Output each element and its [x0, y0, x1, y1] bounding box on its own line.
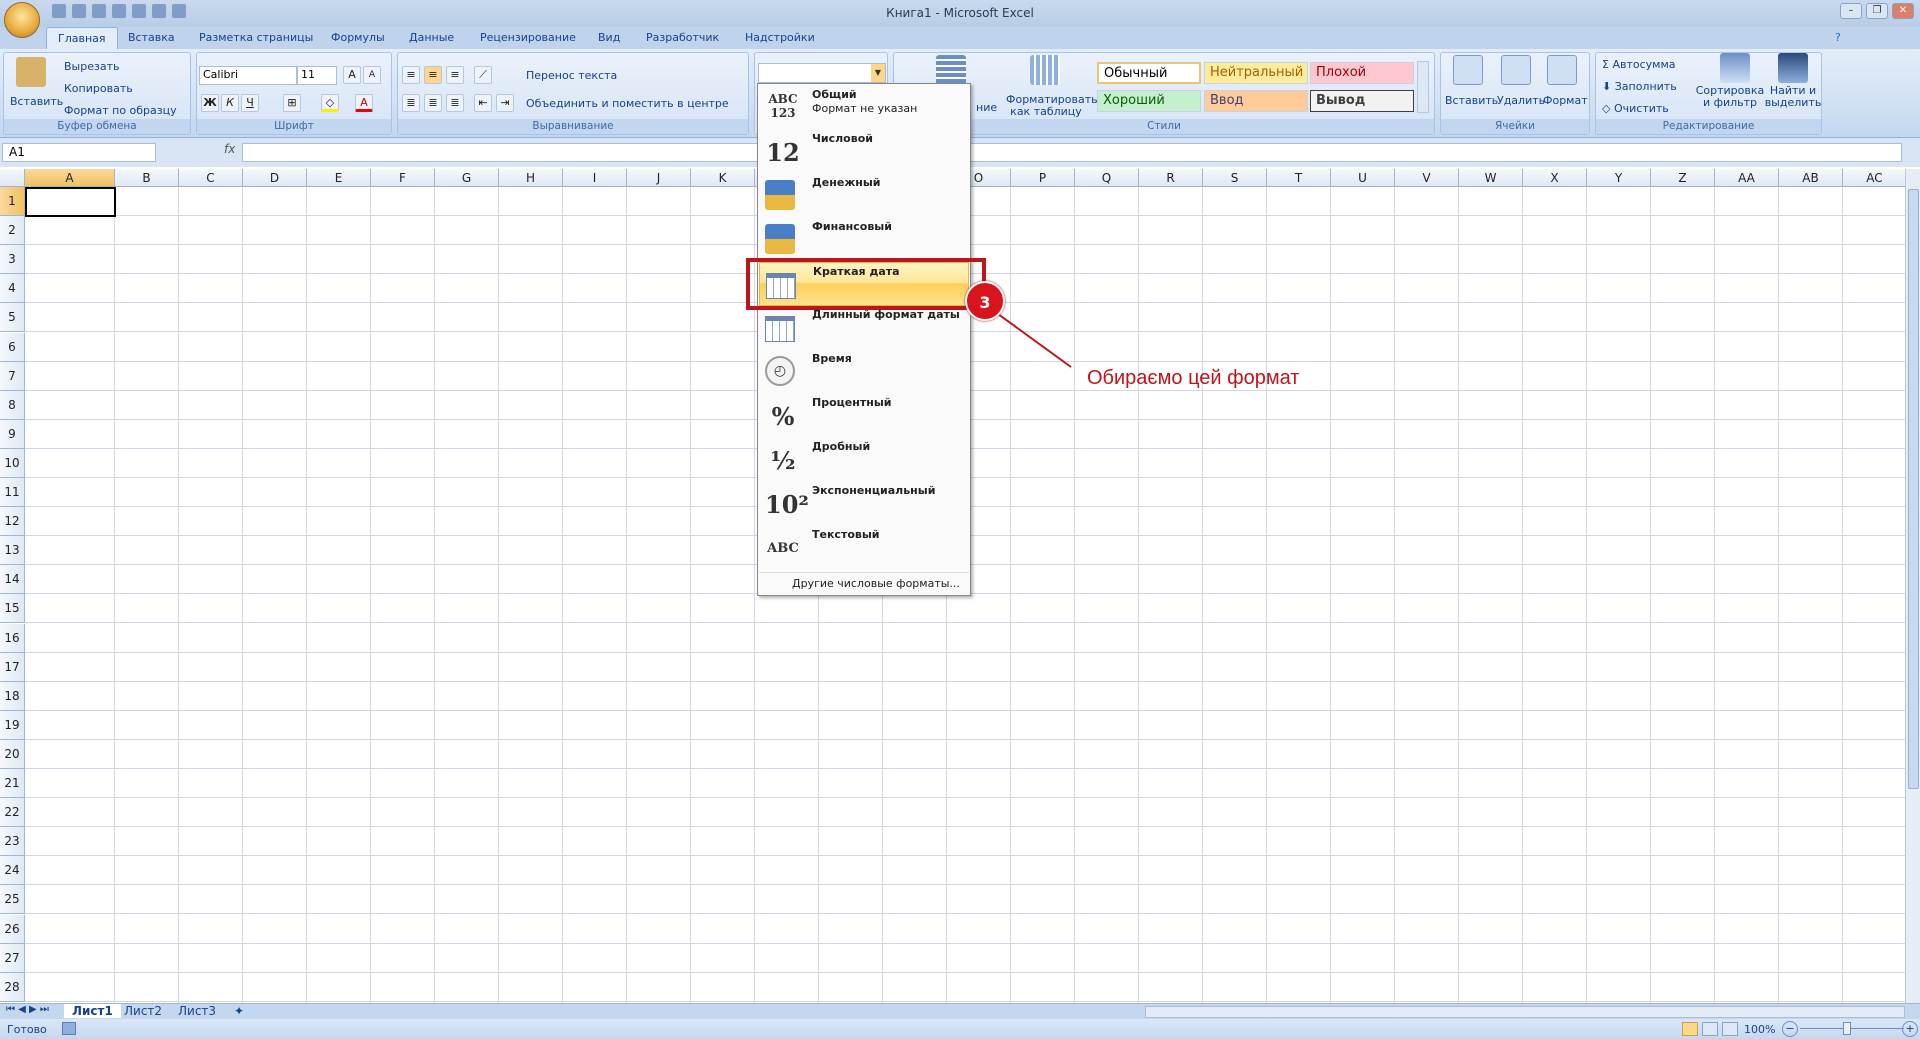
step-badge: 3	[965, 281, 1005, 321]
annotation-text: Обираємо цей формат	[1087, 367, 1300, 389]
annotation-arrow	[997, 313, 1072, 368]
